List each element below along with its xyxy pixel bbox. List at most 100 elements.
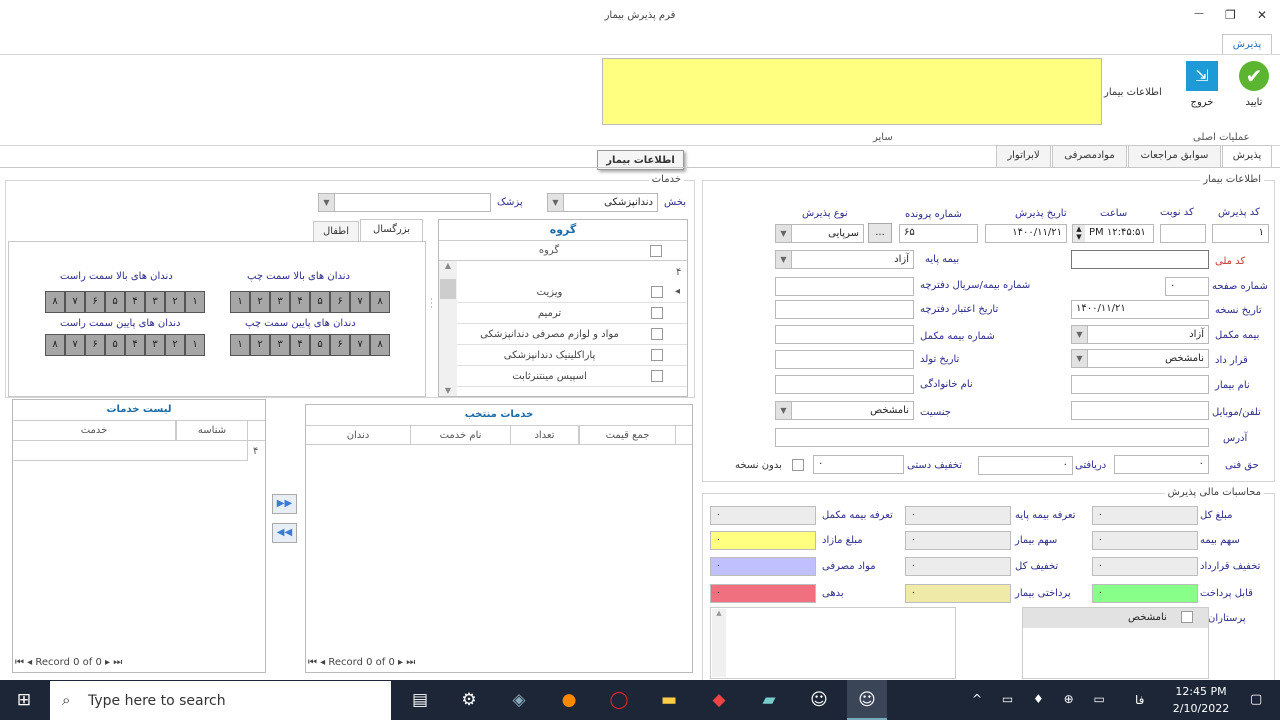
clock-date[interactable]: 2/10/2022 [1166,702,1236,715]
scroll-thumb[interactable] [440,279,456,299]
nurse-item[interactable]: نامشخص [1023,608,1208,628]
tooth-button[interactable]: ۶ [330,334,350,356]
app2-icon[interactable]: ▰ [749,680,789,720]
grid-scrollbar[interactable]: ▲ ▼ [439,261,457,396]
contract-select[interactable]: نامشخص ▼ [1071,349,1209,368]
confirm-button[interactable]: ✔ تایید [1236,61,1272,116]
tooth-button[interactable]: ۵ [310,291,330,313]
tooth-button[interactable]: ۱ [230,291,250,313]
next-record-icon[interactable]: ▸ ⏭ [102,657,122,668]
tab-consumables[interactable]: موادمصرفی [1052,145,1127,167]
tech-fee-input[interactable]: ۰ [1114,455,1209,474]
start-button[interactable]: ⊞ [4,680,44,720]
finance-value[interactable]: ۰ [1092,557,1198,576]
group-checkbox[interactable] [651,349,663,361]
tooth-button[interactable]: ۱ [230,334,250,356]
finance-value[interactable]: ۰ [710,557,816,576]
exit-button[interactable]: ⇲ خروج [1183,61,1221,116]
record-navigator[interactable]: ⏮ ◂ Record 0 of 0 ▸ ⏭ [15,657,122,668]
tooth-button[interactable]: ۷ [350,334,370,356]
tooth-button[interactable]: ۶ [85,334,105,356]
tooth-button[interactable]: ۳ [270,334,290,356]
tooth-button[interactable]: ۳ [145,291,165,313]
finance-value[interactable]: ۰ [1092,506,1198,525]
tooth-button[interactable]: ۲ [165,291,185,313]
finance-value[interactable]: ۰ [1092,584,1198,603]
supp-insurance-no-input[interactable] [775,325,914,344]
tooth-button[interactable]: ۴ [125,291,145,313]
tooth-button[interactable]: ۴ [125,334,145,356]
turn-code-input[interactable] [1160,224,1206,243]
file-no-input[interactable]: ۶۵ [899,224,978,243]
next-record-icon[interactable]: ▸ ⏭ [395,657,415,668]
group-checkbox[interactable] [651,286,663,298]
time-spinner[interactable]: ▲ ▼ [1073,225,1085,242]
tooth-button[interactable]: ۷ [350,291,370,313]
rx-date-input[interactable]: ۱۴۰۰/۱۱/۲۱ [1071,300,1209,319]
tooth-button[interactable]: ۱ [185,334,205,356]
scroll-down-icon[interactable]: ▼ [439,386,457,395]
opera-icon[interactable]: ◯ [599,680,639,720]
notes-textarea[interactable]: ▲ [710,607,956,679]
finance-value[interactable]: ۰ [710,531,816,550]
tooth-button[interactable]: ۶ [330,291,350,313]
patient-info-box[interactable] [602,58,1102,125]
last-name-input[interactable] [775,375,914,394]
tooth-button[interactable]: ۴ [290,291,310,313]
base-insurance-select[interactable]: آزاد ▼ [775,250,914,269]
admit-code-input[interactable]: ١ [1212,224,1269,243]
nurse-checkbox[interactable] [1181,611,1193,623]
notifications-icon[interactable]: ▢ [1250,692,1262,707]
tab-admission[interactable]: پذیرش [1222,145,1272,168]
tooth-button[interactable]: ۵ [310,334,330,356]
national-code-input[interactable] [1071,250,1209,269]
group-row[interactable]: ترمیم [457,303,687,324]
ribbon-tab-admission[interactable]: پذیرش [1222,34,1272,55]
finance-value[interactable]: ۰ [905,557,1011,576]
close-button[interactable]: ✕ [1257,8,1267,22]
tooth-button[interactable]: ۶ [85,291,105,313]
tooth-button[interactable]: ۵ [105,334,125,356]
finance-value[interactable]: ۰ [1092,531,1198,550]
address-input[interactable] [775,428,1209,447]
first-record-icon[interactable]: ⏮ ◂ [308,657,328,668]
tab-adult[interactable]: بزرگسال [360,219,423,242]
nurses-list[interactable]: نامشخص [1022,607,1209,679]
minimize-button[interactable]: — [1194,8,1204,19]
group-row[interactable]: مواد و لوازم مصرفی دندانپزشکی [457,324,687,345]
tooth-button[interactable]: ۷ [65,291,85,313]
finance-value[interactable]: ۰ [905,531,1011,550]
language-indicator[interactable]: فا [1135,693,1144,707]
firefox-icon[interactable]: ● [549,680,589,720]
group-checkbox[interactable] [651,307,663,319]
record-navigator[interactable]: ⏮ ◂ Record 0 of 0 ▸ ⏭ [308,657,415,668]
tooth-button[interactable]: ۸ [45,291,65,313]
finance-value[interactable]: ۰ [905,584,1011,603]
tooth-button[interactable]: ۳ [270,291,290,313]
splitter-handle[interactable]: · · · [430,296,433,313]
remove-service-button[interactable]: ◀◀ [272,523,297,543]
tooth-button[interactable]: ۳ [145,334,165,356]
tooth-button[interactable]: ۸ [370,334,390,356]
doctor-select[interactable]: ▼ [318,193,491,212]
scroll-up-icon[interactable]: ▲ [712,609,726,677]
group-row[interactable]: ◂ ویزیت [457,282,687,303]
supp-insurance-select[interactable]: آزاد ▼ [1071,325,1209,344]
settings-icon[interactable]: ⚙ [449,680,489,720]
page-no-input[interactable]: ۰ [1165,277,1209,296]
group-row[interactable]: پاراکلینیک دندانپزشکی [457,345,687,366]
first-record-icon[interactable]: ⏮ ◂ [15,657,35,668]
tab-laboratory[interactable]: لابراتوار [996,145,1051,167]
received-input[interactable]: ۰ [978,456,1073,475]
doctor-app-active-icon[interactable]: ☺ [847,680,887,720]
tooth-button[interactable]: ۲ [165,334,185,356]
first-name-input[interactable] [1071,375,1209,394]
admit-type-select[interactable]: سرپایی ▼ [775,224,864,243]
notepad-icon[interactable]: ▤ [400,680,440,720]
maximize-button[interactable]: ❐ [1225,8,1236,22]
group-checkbox[interactable] [651,370,663,382]
tooth-button[interactable]: ۷ [65,334,85,356]
add-service-button[interactable]: ▶▶ [272,494,297,514]
anydesk-icon[interactable]: ◆ [699,680,739,720]
tooth-button[interactable]: ۲ [250,291,270,313]
